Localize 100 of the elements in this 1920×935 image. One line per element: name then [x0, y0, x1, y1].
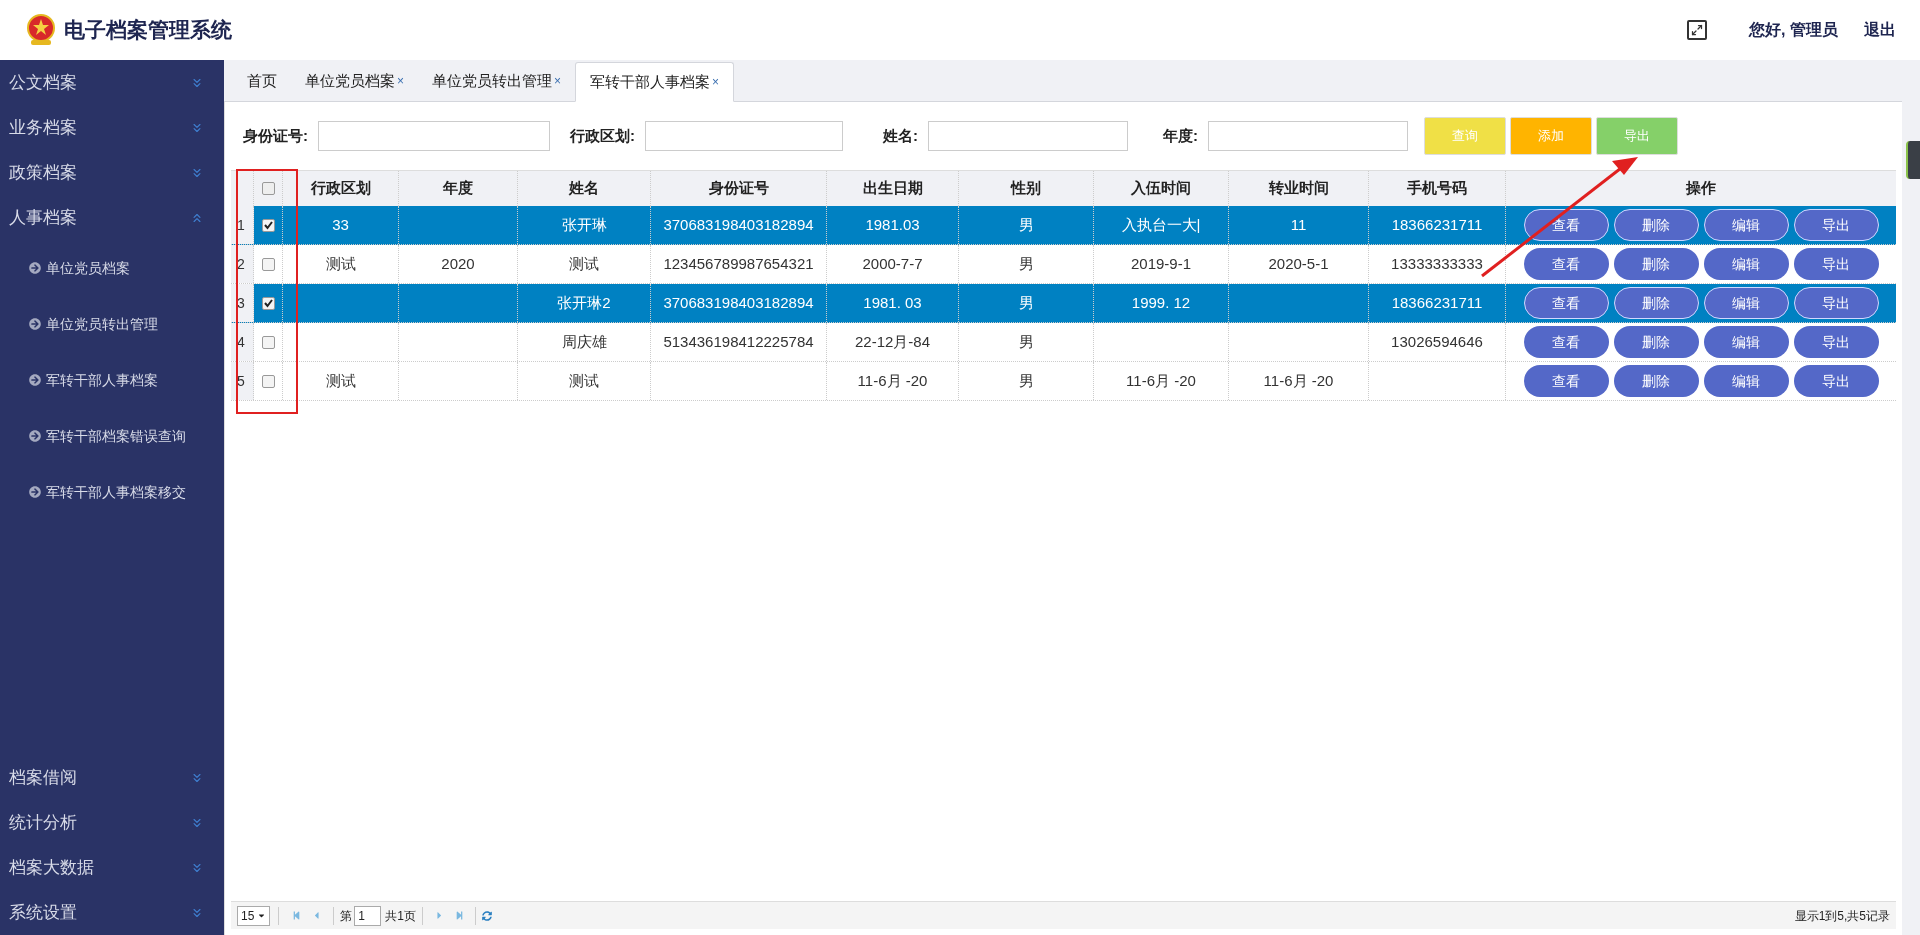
row-action-button[interactable]: 编辑 — [1703, 248, 1789, 280]
sidebar-subitem[interactable]: 军转干部档案错误查询 — [0, 408, 224, 464]
tab[interactable]: 单位党员转出管理× — [418, 61, 576, 101]
search-field[interactable] — [928, 121, 1128, 151]
row-action-button[interactable]: 导出 — [1793, 326, 1879, 358]
table-cell-text: 入执台一大| — [1121, 214, 1201, 235]
close-icon[interactable]: × — [397, 72, 404, 90]
tab[interactable]: 单位党员档案× — [291, 61, 418, 101]
column-header: 操作 — [1685, 178, 1717, 199]
table-cell-text: 测试 — [325, 370, 356, 391]
table-cell-text: 22-12月-84 — [854, 331, 930, 352]
field-label: 姓名: — [883, 125, 918, 146]
greeting-text: 您好, 管理员 — [1749, 20, 1838, 40]
table-row[interactable]: 2 测试 2020 测试 123456789987654321 2000-7-7 男 2019-9-1 2020-5-1 13333333333 查看 删除 编辑 导出 — [231, 245, 1896, 284]
table-cell-text: 370683198403182894 — [663, 214, 814, 235]
row-action-button[interactable]: 编辑 — [1703, 326, 1789, 358]
sidebar-item[interactable]: 档案大数据 — [0, 845, 224, 890]
sidebar-item[interactable]: 系统设置 — [0, 890, 224, 935]
table-cell-text: 513436198412225784 — [663, 331, 814, 352]
row-action-button[interactable]: 查看 — [1523, 209, 1609, 241]
table-cell-text: 2020 — [441, 253, 475, 274]
table-cell-text: 1999. 12 — [1131, 292, 1191, 313]
row-action-button[interactable]: 查看 — [1523, 287, 1609, 319]
row-action-button[interactable]: 删除 — [1613, 365, 1699, 397]
page-input[interactable]: 1 — [354, 905, 382, 926]
record-summary: 显示1到5,共5记录 — [1794, 907, 1890, 925]
table-cell-text: 男 — [1018, 253, 1034, 274]
sidebar-item[interactable]: 人事档案 — [0, 195, 224, 240]
row-action-button[interactable]: 删除 — [1613, 287, 1699, 319]
table-cell-text: 13026594646 — [1391, 331, 1483, 352]
row-action-button[interactable]: 删除 — [1613, 326, 1699, 358]
close-icon[interactable]: × — [712, 73, 720, 91]
handle-icon[interactable] — [1906, 141, 1920, 179]
row-action-button[interactable]: 删除 — [1613, 209, 1699, 241]
table-cell-text: 测试 — [325, 253, 356, 274]
logout-link[interactable]: 退出 — [1864, 18, 1896, 42]
table-cell-text: 2000-7-7 — [862, 253, 923, 274]
row-checkbox[interactable] — [261, 257, 275, 271]
sidebar-subitem[interactable]: 军转干部人事档案移交 — [0, 464, 224, 520]
caret-down-icon — [257, 911, 267, 920]
row-action-button[interactable]: 查看 — [1523, 326, 1609, 358]
table-cell-text: 周庆雄 — [561, 331, 607, 352]
fullscreen-icon[interactable] — [1687, 20, 1708, 40]
last-page-icon[interactable] — [455, 911, 465, 920]
row-checkbox[interactable] — [261, 335, 275, 349]
table-row[interactable]: 5 测试 测试 11-6月 -20 男 11-6月 -20 11-6月 -20 查看 删除 编辑 导出 — [231, 362, 1896, 401]
table-row[interactable]: 4 周庆雄 513436198412225784 22-12月-84 男 13026594646 查看 删除 编辑 导出 — [231, 323, 1896, 362]
page-size-select[interactable]: 15 — [237, 905, 271, 926]
search-field[interactable] — [645, 121, 843, 151]
table-cell-text: 男 — [1018, 214, 1034, 235]
sidebar-item[interactable]: 档案借阅 — [0, 755, 224, 800]
sidebar-subitem[interactable]: 单位党员转出管理 — [0, 296, 224, 352]
table-cell-text: 13333333333 — [1391, 253, 1483, 274]
table-cell-text: 11-6月 -20 — [1263, 370, 1334, 391]
table-cell-text: 男 — [1018, 331, 1034, 352]
row-action-button[interactable]: 导出 — [1793, 209, 1879, 241]
row-action-button[interactable]: 导出 — [1793, 287, 1879, 319]
tab[interactable]: 军转干部人事档案× — [575, 62, 735, 102]
row-action-button[interactable]: 编辑 — [1703, 287, 1789, 319]
row-action-button[interactable]: 删除 — [1613, 248, 1699, 280]
table-cell-text: 1981.03 — [865, 214, 920, 235]
table-cell-text: 张开琳2 — [557, 292, 611, 313]
table-cell-text: 2019-9-1 — [1130, 253, 1191, 274]
row-action-button[interactable]: 编辑 — [1703, 209, 1789, 241]
table-cell-text: 370683198403182894 — [663, 292, 814, 313]
row-checkbox[interactable] — [261, 218, 275, 232]
search-field[interactable] — [1208, 121, 1408, 151]
row-checkbox[interactable] — [261, 374, 275, 388]
table-cell-text: 1981. 03 — [863, 292, 922, 313]
sidebar-subitem[interactable]: 单位党员档案 — [0, 240, 224, 296]
row-action-button[interactable]: 编辑 — [1703, 365, 1789, 397]
search-field[interactable] — [318, 121, 550, 151]
sidebar-item[interactable]: 公文档案 — [0, 60, 224, 105]
table-cell-text: 18366231711 — [1391, 292, 1483, 313]
tab[interactable]: 首页 — [233, 61, 291, 101]
select-all-checkbox[interactable] — [261, 182, 275, 195]
sidebar-subitem[interactable]: 军转干部人事档案 — [0, 352, 224, 408]
sidebar-item[interactable]: 业务档案 — [0, 105, 224, 150]
close-icon[interactable]: × — [554, 72, 562, 90]
row-action-button[interactable]: 查看 — [1523, 365, 1609, 397]
refresh-icon[interactable] — [482, 910, 493, 921]
table-cell-text: 11-6月 -20 — [1126, 370, 1196, 391]
table-cell-text: 测试 — [569, 370, 599, 391]
row-number: 2 — [231, 245, 254, 283]
table-row[interactable]: 3 张开琳2 370683198403182894 1981. 03 男 1999. 12 18366231711 查看 删除 编辑 导出 — [231, 284, 1896, 323]
first-page-icon[interactable] — [292, 911, 302, 920]
table-row[interactable]: 1 33 张开琳 370683198403182894 1981.03 男 入执台一大| 11 18366231711 查看 删除 编辑 导出 — [231, 206, 1896, 245]
app-title: 电子档案管理系统 — [64, 17, 232, 44]
table-cell-text: 张开琳 — [561, 214, 607, 235]
sidebar-item[interactable]: 统计分析 — [0, 800, 224, 845]
table-cell-text: 11 — [1290, 214, 1307, 235]
row-action-button[interactable]: 导出 — [1793, 248, 1879, 280]
row-action-button[interactable]: 查看 — [1523, 248, 1609, 280]
table-cell-text: 男 — [1018, 292, 1034, 313]
row-number: 5 — [231, 362, 254, 400]
field-label: 行政区划: — [570, 125, 635, 146]
row-action-button[interactable]: 导出 — [1793, 365, 1879, 397]
table-cell-text: 18366231711 — [1391, 214, 1483, 235]
sidebar-item[interactable]: 政策档案 — [0, 150, 224, 195]
row-checkbox[interactable] — [261, 296, 275, 310]
